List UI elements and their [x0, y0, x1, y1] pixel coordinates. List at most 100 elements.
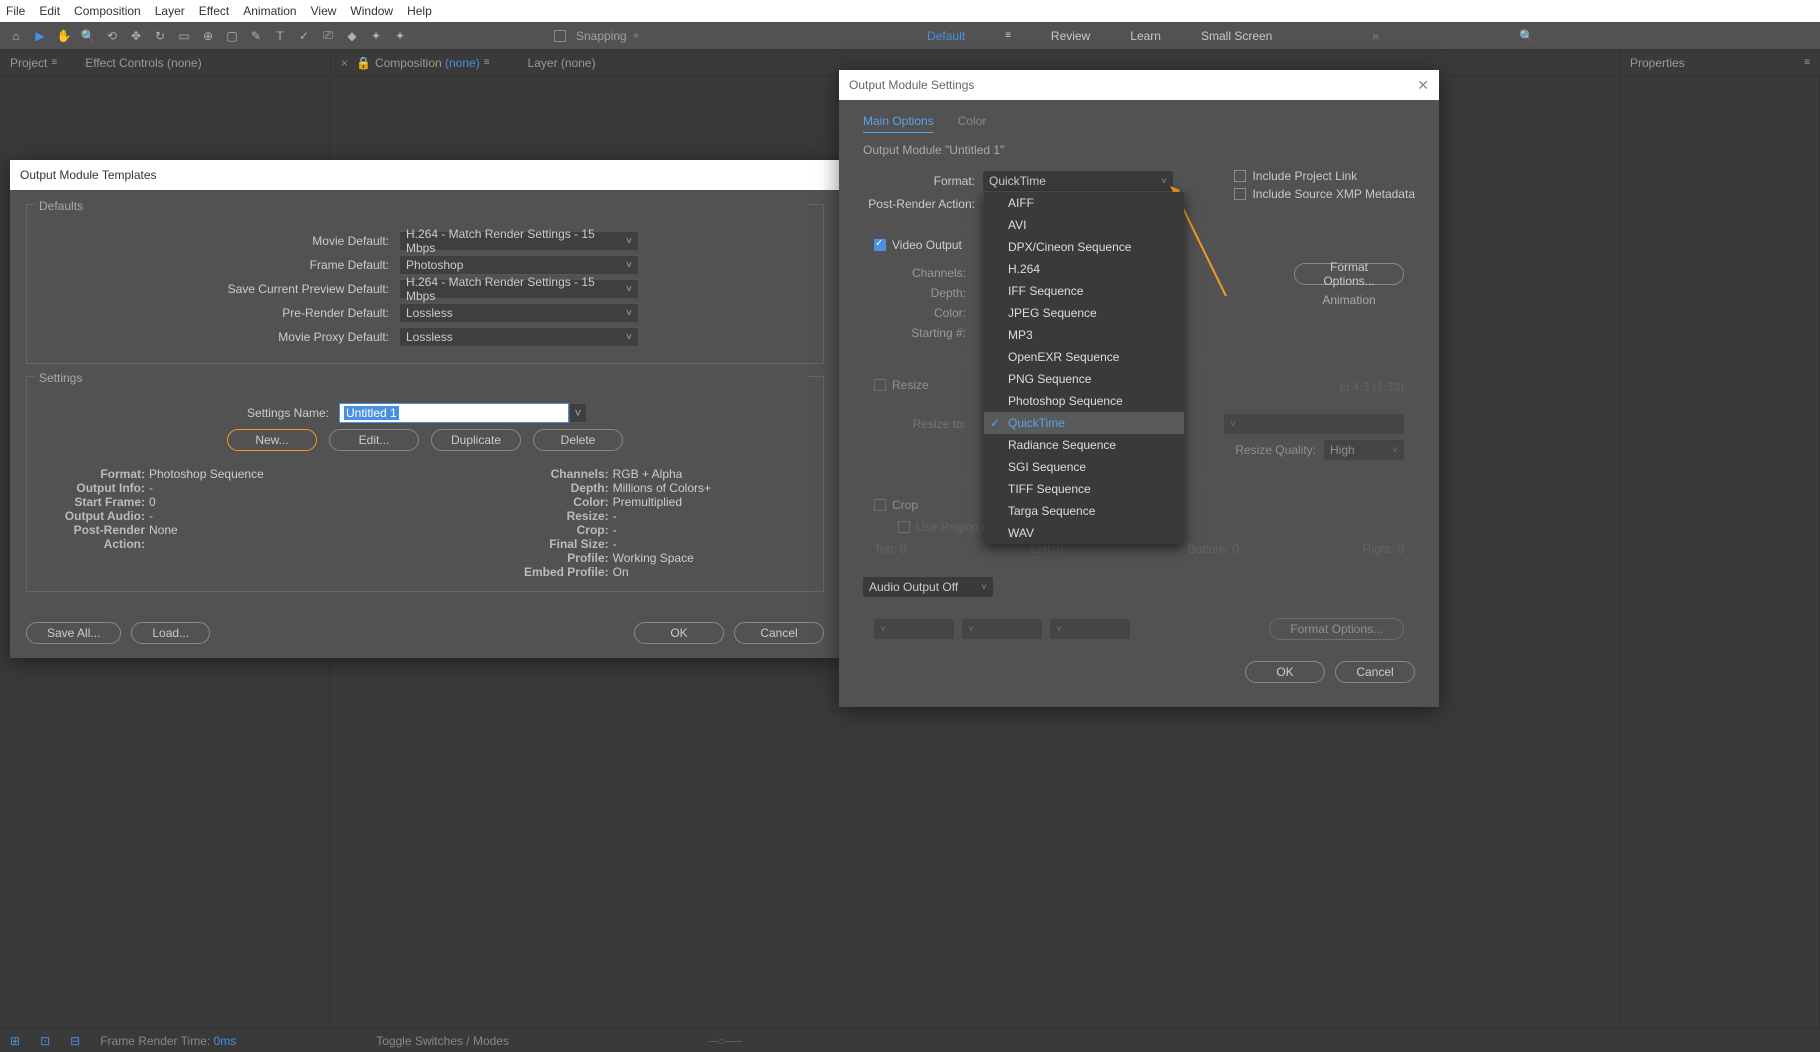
status-icon-3[interactable]: ⊟ [70, 1034, 80, 1048]
roto-tool-icon[interactable]: ✦ [366, 26, 386, 46]
rotation-tool-icon[interactable]: ↻ [150, 26, 170, 46]
format-option[interactable]: WAV [984, 522, 1184, 544]
include-project-link-checkbox[interactable]: Include Project Link [1234, 169, 1415, 183]
templates-ok-button[interactable]: OK [634, 622, 724, 644]
load-button[interactable]: Load... [131, 622, 210, 644]
audio-rate-select[interactable] [874, 619, 954, 639]
settings-name-input[interactable]: Untitled 1 [339, 403, 587, 423]
menu-view[interactable]: View [311, 4, 337, 18]
format-option[interactable]: TIFF Sequence [984, 478, 1184, 500]
camera-tool-icon[interactable]: ▭ [174, 26, 194, 46]
audio-depth-select[interactable] [962, 619, 1042, 639]
toggle-switches-label[interactable]: Toggle Switches / Modes [376, 1034, 509, 1048]
default-select[interactable]: Lossless [399, 327, 639, 347]
menu-window[interactable]: Window [350, 4, 393, 18]
tab-project[interactable]: Project [10, 56, 47, 70]
status-icon-1[interactable]: ⊞ [10, 1034, 20, 1048]
eraser-tool-icon[interactable]: ◆ [342, 26, 362, 46]
tab-color[interactable]: Color [958, 114, 987, 133]
dialog1-titlebar[interactable]: Output Module Templates [10, 160, 840, 190]
menubar[interactable]: File Edit Composition Layer Effect Anima… [0, 0, 1820, 22]
workspace-default-menu-icon[interactable]: ≡ [1005, 30, 1011, 41]
timeline-marker-icon[interactable]: ─○── [709, 1034, 742, 1048]
settings-cancel-button[interactable]: Cancel [1335, 661, 1415, 683]
templates-cancel-button[interactable]: Cancel [734, 622, 824, 644]
default-select[interactable]: Photoshop [399, 255, 639, 275]
settings-ok-button[interactable]: OK [1245, 661, 1325, 683]
lock-icon[interactable]: 🔒 [356, 56, 371, 70]
brush-tool-icon[interactable]: ✓ [294, 26, 314, 46]
audio-output-select[interactable]: Audio Output Off [863, 577, 993, 597]
format-option[interactable]: DPX/Cineon Sequence [984, 236, 1184, 258]
default-select[interactable]: H.264 - Match Render Settings - 15 Mbps [399, 231, 639, 251]
home-icon[interactable]: ⌂ [6, 26, 26, 46]
tab-comp-menu-icon[interactable]: ≡ [484, 57, 490, 68]
workspace-default[interactable]: Default [927, 29, 965, 43]
selection-tool-icon[interactable]: ▶ [30, 26, 50, 46]
dialog2-titlebar[interactable]: Output Module Settings ✕ [839, 70, 1439, 100]
duplicate-button[interactable]: Duplicate [431, 429, 521, 451]
close-tab-icon[interactable]: × [341, 56, 348, 70]
close-icon[interactable]: ✕ [1417, 77, 1429, 94]
tab-layer[interactable]: Layer (none) [528, 56, 596, 70]
zoom-tool-icon[interactable]: 🔍 [78, 26, 98, 46]
resize-preset-select[interactable] [1224, 414, 1404, 434]
format-option[interactable]: OpenEXR Sequence [984, 346, 1184, 368]
format-dropdown-list[interactable]: AIFFAVIDPX/Cineon SequenceH.264IFF Seque… [984, 192, 1184, 544]
menu-animation[interactable]: Animation [243, 4, 296, 18]
default-select[interactable]: H.264 - Match Render Settings - 15 Mbps [399, 279, 639, 299]
menu-help[interactable]: Help [407, 4, 432, 18]
tab-effect-controls[interactable]: Effect Controls (none) [85, 56, 202, 70]
menu-edit[interactable]: Edit [39, 4, 60, 18]
format-option[interactable]: SGI Sequence [984, 456, 1184, 478]
anchor-tool-icon[interactable]: ⊕ [198, 26, 218, 46]
rectangle-tool-icon[interactable]: ▢ [222, 26, 242, 46]
pen-tool-icon[interactable]: ✎ [246, 26, 266, 46]
type-tool-icon[interactable]: T [270, 26, 290, 46]
search-icon[interactable]: 🔍 [1519, 29, 1534, 43]
format-option[interactable]: PNG Sequence [984, 368, 1184, 390]
edit-button[interactable]: Edit... [329, 429, 419, 451]
tab-properties[interactable]: Properties ≡ [1620, 50, 1820, 75]
menu-layer[interactable]: Layer [155, 4, 185, 18]
format-option[interactable]: MP3 [984, 324, 1184, 346]
menu-file[interactable]: File [6, 4, 25, 18]
tab-properties-menu-icon[interactable]: ≡ [1804, 57, 1810, 68]
workspace-review[interactable]: Review [1051, 29, 1090, 43]
save-all-button[interactable]: Save All... [26, 622, 121, 644]
format-option[interactable]: AIFF [984, 192, 1184, 214]
format-options-button[interactable]: Format Options... [1294, 263, 1404, 285]
tab-main-options[interactable]: Main Options [863, 114, 934, 133]
format-option[interactable]: JPEG Sequence [984, 302, 1184, 324]
status-icon-2[interactable]: ⊡ [40, 1034, 50, 1048]
format-select[interactable]: QuickTime [983, 171, 1173, 191]
menu-effect[interactable]: Effect [199, 4, 229, 18]
format-option[interactable]: Radiance Sequence [984, 434, 1184, 456]
snapping-toggle[interactable]: Snapping ⚬ [554, 29, 641, 43]
hand-tool-icon[interactable]: ✋ [54, 26, 74, 46]
audio-channels-select[interactable] [1050, 619, 1130, 639]
format-option[interactable]: AVI [984, 214, 1184, 236]
format-option[interactable]: H.264 [984, 258, 1184, 280]
workspace-small-screen[interactable]: Small Screen [1201, 29, 1272, 43]
puppet-tool-icon[interactable]: ✦ [390, 26, 410, 46]
format-option[interactable]: Targa Sequence [984, 500, 1184, 522]
format-option[interactable]: Photoshop Sequence [984, 390, 1184, 412]
tab-composition[interactable]: Composition (none) [375, 56, 480, 70]
orbit-tool-icon[interactable]: ⟲ [102, 26, 122, 46]
delete-button[interactable]: Delete [533, 429, 623, 451]
default-select[interactable]: Lossless [399, 303, 639, 323]
resize-quality-select[interactable]: High [1324, 440, 1404, 460]
workspace-learn[interactable]: Learn [1130, 29, 1161, 43]
include-xmp-checkbox[interactable]: Include Source XMP Metadata [1234, 187, 1415, 201]
clone-tool-icon[interactable]: ⎚ [318, 26, 338, 46]
format-option[interactable]: IFF Sequence [984, 280, 1184, 302]
audio-format-options-button[interactable]: Format Options... [1269, 618, 1404, 640]
tab-project-menu-icon[interactable]: ≡ [51, 57, 57, 68]
new-button[interactable]: New... [227, 429, 317, 451]
format-option[interactable]: QuickTime [984, 412, 1184, 434]
workspace-overflow-icon[interactable]: » [1372, 29, 1379, 43]
snapping-checkbox-icon[interactable] [554, 30, 566, 42]
menu-composition[interactable]: Composition [74, 4, 141, 18]
pan-tool-icon[interactable]: ✥ [126, 26, 146, 46]
